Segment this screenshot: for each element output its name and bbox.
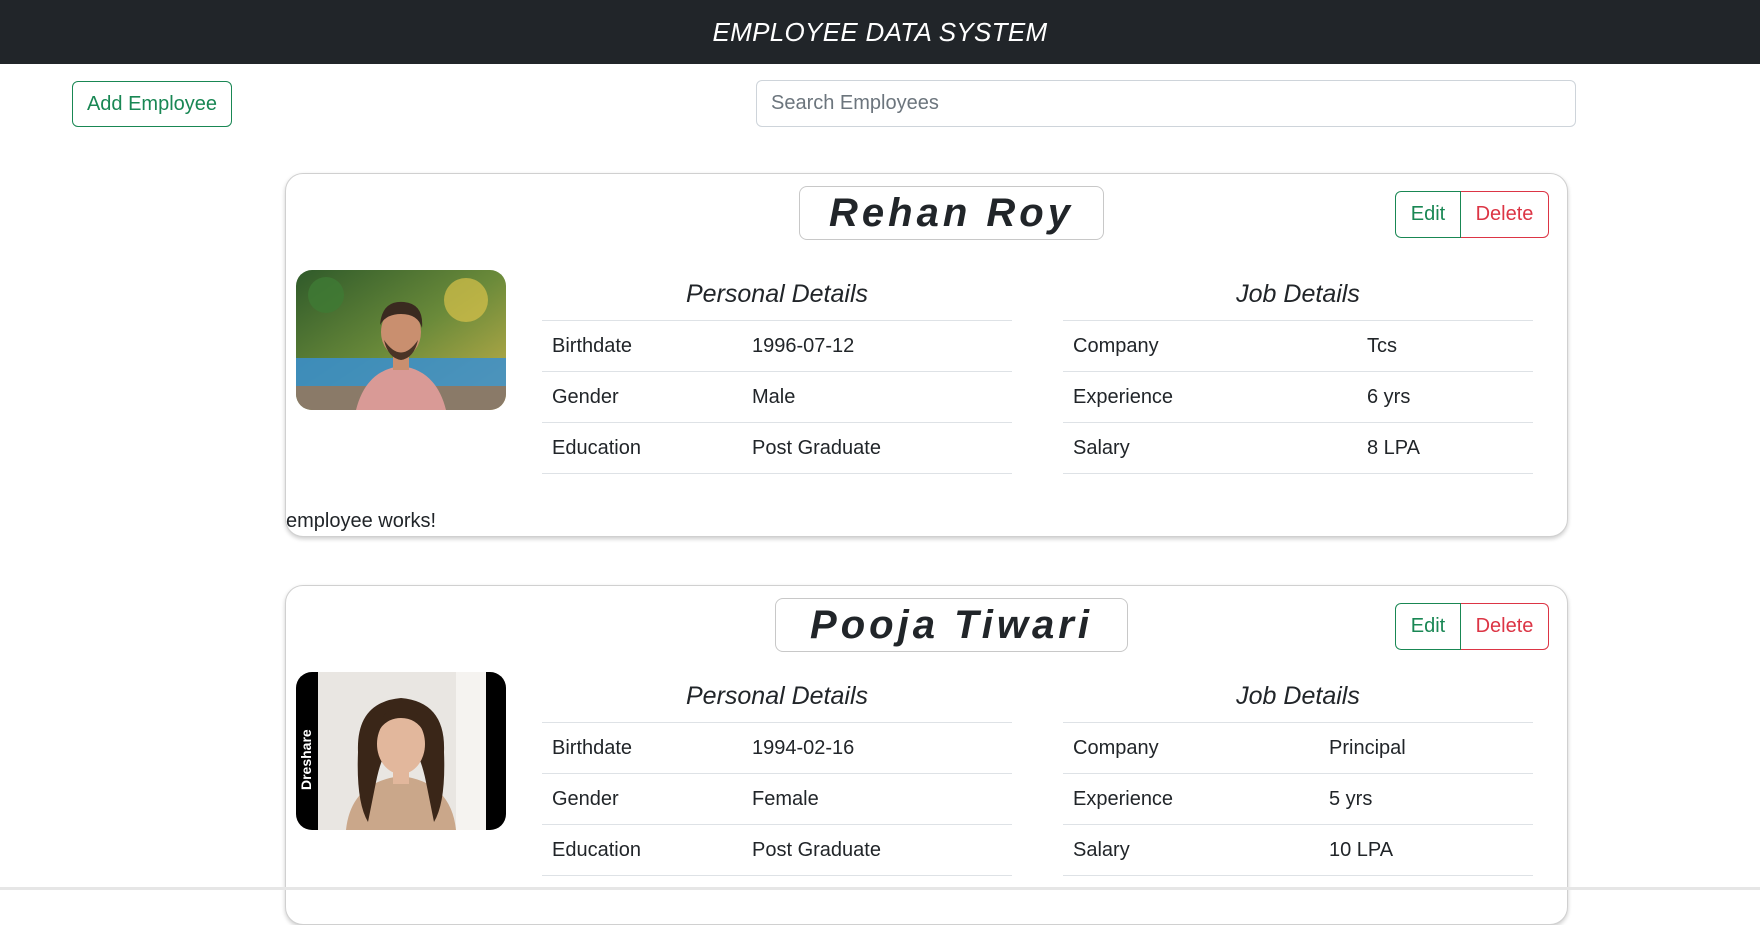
personal-details-table: Birthdate 1996-07-12 Gender Male Education… <box>542 320 1012 474</box>
job-details-section: Job Details Company Tcs Experience 6 yrs S… <box>1063 268 1533 474</box>
employee-photo: Dreshare <box>296 672 506 830</box>
employee-card: Pooja Tiwari Edit Delete Dreshare Person… <box>285 585 1568 925</box>
field-value: Post Graduate <box>742 422 1012 474</box>
field-label: Experience <box>1063 773 1319 825</box>
field-value: Principal <box>1319 722 1533 774</box>
job-details-heading: Job Details <box>1236 682 1360 710</box>
field-label: Gender <box>542 773 742 825</box>
field-value: Female <box>742 773 1012 825</box>
personal-details-section: Personal Details Birthdate 1994-02-16 Gen… <box>542 670 1012 876</box>
table-row: Company Tcs <box>1063 320 1533 372</box>
delete-button[interactable]: Delete <box>1461 603 1549 650</box>
field-label: Salary <box>1063 422 1357 474</box>
field-label: Birthdate <box>542 722 742 774</box>
field-value: Post Graduate <box>742 824 1012 876</box>
field-value: Male <box>742 371 1012 423</box>
table-row: Birthdate 1994-02-16 <box>542 722 1012 774</box>
field-value: 1994-02-16 <box>742 722 1012 774</box>
table-row: Gender Male <box>542 371 1012 423</box>
field-label: Education <box>542 422 742 474</box>
job-details-section: Job Details Company Principal Experience 5… <box>1063 670 1533 876</box>
field-label: Company <box>1063 722 1319 774</box>
field-value: 10 LPA <box>1319 824 1533 876</box>
field-value: 6 yrs <box>1357 371 1533 423</box>
search-input[interactable] <box>756 80 1576 127</box>
personal-details-table: Birthdate 1994-02-16 Gender Female Educati… <box>542 722 1012 876</box>
field-label: Education <box>542 824 742 876</box>
card-actions: Edit Delete <box>1395 191 1549 238</box>
employee-name: Rehan Roy <box>799 186 1104 240</box>
field-label: Birthdate <box>542 320 742 372</box>
navbar: EMPLOYEE DATA SYSTEM <box>0 0 1760 64</box>
add-employee-button[interactable]: Add Employee <box>72 81 232 127</box>
table-row: Experience 6 yrs <box>1063 371 1533 423</box>
table-row: Company Principal <box>1063 722 1533 774</box>
field-label: Salary <box>1063 824 1319 876</box>
field-label: Experience <box>1063 371 1357 423</box>
job-details-heading: Job Details <box>1236 280 1360 308</box>
edit-button[interactable]: Edit <box>1395 191 1461 238</box>
field-value: 5 yrs <box>1319 773 1533 825</box>
field-label: Company <box>1063 320 1357 372</box>
table-row: Education Post Graduate <box>542 824 1012 876</box>
personal-details-section: Personal Details Birthdate 1996-07-12 Gen… <box>542 268 1012 474</box>
job-details-table: Company Principal Experience 5 yrs Salary 1… <box>1063 722 1533 876</box>
employee-photo <box>296 270 506 410</box>
table-row: Salary 8 LPA <box>1063 422 1533 474</box>
app-title: EMPLOYEE DATA SYSTEM <box>712 16 1048 47</box>
job-details-table: Company Tcs Experience 6 yrs Salary 8 LPA <box>1063 320 1533 474</box>
table-row: Gender Female <box>542 773 1012 825</box>
table-row: Salary 10 LPA <box>1063 824 1533 876</box>
card-footer-text: employee works! <box>286 510 437 532</box>
delete-button[interactable]: Delete <box>1461 191 1549 238</box>
employee-card: Rehan Roy Edit Delete Personal Details B… <box>285 173 1568 537</box>
table-row: Education Post Graduate <box>542 422 1012 474</box>
field-value: Tcs <box>1357 320 1533 372</box>
field-value: 8 LPA <box>1357 422 1533 474</box>
photo-watermark-text: Dreshare <box>298 729 314 790</box>
field-value: 1996-07-12 <box>742 320 1012 372</box>
edit-button[interactable]: Edit <box>1395 603 1461 650</box>
field-label: Gender <box>542 371 742 423</box>
card-actions: Edit Delete <box>1395 603 1549 650</box>
personal-details-heading: Personal Details <box>685 682 869 710</box>
personal-details-heading: Personal Details <box>685 280 869 308</box>
table-row: Birthdate 1996-07-12 <box>542 320 1012 372</box>
table-row: Experience 5 yrs <box>1063 773 1533 825</box>
employee-name: Pooja Tiwari <box>775 598 1128 652</box>
